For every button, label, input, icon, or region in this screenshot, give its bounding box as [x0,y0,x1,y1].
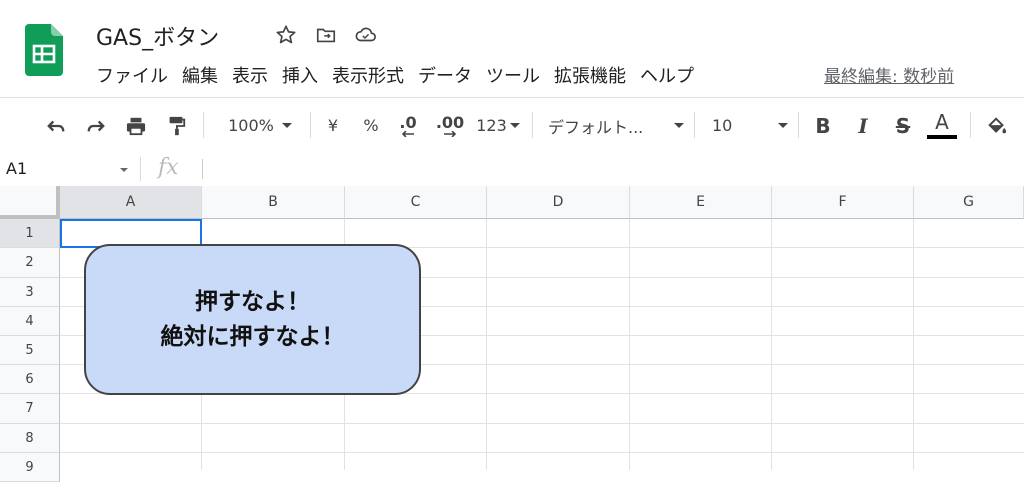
toolbar-separator [970,112,971,138]
gas-drawing-button[interactable]: 押すなよ！ 絶対に押すなよ！ [84,244,421,395]
decrease-decimal-label: .0 [399,112,417,132]
font-size-select[interactable]: 10 [712,98,788,153]
toolbar-separator [532,112,533,138]
menu-data[interactable]: データ [418,62,482,88]
row-header-1[interactable]: 1 [0,219,60,248]
row-header-8[interactable]: 8 [0,424,60,453]
gridline [60,452,1024,453]
app-header: GAS_ボタン ファイル 編集 表示 挿入 表示形式 データ ツール 拡張機能 … [0,0,1024,97]
font-family-select[interactable]: デフォルト... [548,98,684,153]
toolbar-separator [798,112,799,138]
document-title[interactable]: GAS_ボタン [96,20,219,52]
gridline [60,423,1024,424]
menu-help[interactable]: ヘルプ [640,62,704,88]
bold-button[interactable]: B [810,98,836,153]
select-all-corner[interactable] [0,186,60,219]
column-header-d[interactable]: D [487,186,630,219]
italic-button[interactable]: I [850,98,876,153]
toolbar-separator [310,112,311,138]
redo-icon[interactable] [82,98,110,153]
row-header-9[interactable]: 9 [0,453,60,482]
toolbar-separator [694,112,695,138]
star-icon[interactable] [273,22,299,48]
column-header-a[interactable]: A [60,186,202,219]
row-header-5[interactable]: 5 [0,336,60,365]
paint-format-icon[interactable] [162,98,190,153]
menu-format[interactable]: 表示形式 [332,62,414,88]
drawing-text-line2: 絶対に押すなよ！ [160,323,345,350]
move-folder-icon[interactable] [313,22,339,48]
more-formats-button[interactable]: 123 [474,98,522,153]
fill-color-icon[interactable] [984,98,1010,153]
increase-decimal-label: .00 [435,112,465,132]
name-box[interactable]: A1 [6,159,27,178]
fx-icon: fx [158,155,179,180]
arrow-left-icon [401,130,414,137]
menu-bar: ファイル 編集 表示 挿入 表示形式 データ ツール 拡張機能 ヘルプ [96,62,708,88]
text-color-button[interactable]: A [926,98,958,153]
column-header-b[interactable]: B [202,186,345,219]
percent-button[interactable]: % [360,98,382,153]
gridline [913,219,914,470]
drawing-text-line1: 押すなよ！ [195,289,310,315]
toolbar: 100% ¥ % .0 .00 123 デフォルト... 10 B I S A [0,97,1024,154]
chevron-down-icon [509,123,520,128]
column-header-g[interactable]: G [914,186,1024,219]
zoom-select[interactable]: 100% [220,98,300,153]
cloud-saved-icon[interactable] [353,22,379,48]
decrease-decimal-button[interactable]: .0 [396,98,420,153]
text-color-label: A [935,110,949,134]
more-formats-label: 123 [476,116,507,135]
gridline [771,219,772,470]
arrow-right-icon [444,130,457,137]
sheets-logo-icon[interactable] [25,24,63,76]
column-header-c[interactable]: C [345,186,487,219]
increase-decimal-button[interactable]: .00 [436,98,464,153]
chevron-down-icon[interactable] [120,168,128,172]
zoom-value: 100% [228,116,274,135]
font-family-value: デフォルト... [548,117,644,137]
column-header-e[interactable]: E [630,186,772,219]
chevron-down-icon [281,123,292,128]
row-header-3[interactable]: 3 [0,278,60,307]
formula-separator [140,157,141,181]
row-header-6[interactable]: 6 [0,365,60,394]
chevron-down-icon [778,123,788,128]
menu-extensions[interactable]: 拡張機能 [554,62,636,88]
row-header-2[interactable]: 2 [0,248,60,278]
row-header-7[interactable]: 7 [0,394,60,424]
toolbar-separator [203,112,204,138]
menu-tools[interactable]: ツール [486,62,550,88]
currency-button[interactable]: ¥ [322,98,344,153]
menu-edit[interactable]: 編集 [182,62,228,88]
undo-icon[interactable] [42,98,70,153]
chevron-down-icon [674,123,684,128]
text-color-swatch [927,135,957,139]
menu-file[interactable]: ファイル [96,62,178,88]
row-header-4[interactable]: 4 [0,307,60,336]
print-icon[interactable] [122,98,150,153]
formula-input[interactable] [202,159,203,179]
gridline [486,219,487,470]
column-header-f[interactable]: F [772,186,914,219]
last-edit-link[interactable]: 最終編集: 数秒前 [824,62,954,87]
menu-insert[interactable]: 挿入 [282,62,328,88]
gridline [629,219,630,470]
formula-bar: A1 fx [0,153,1024,187]
strikethrough-button[interactable]: S [890,98,916,153]
font-size-value: 10 [712,116,733,135]
menu-view[interactable]: 表示 [232,62,278,88]
